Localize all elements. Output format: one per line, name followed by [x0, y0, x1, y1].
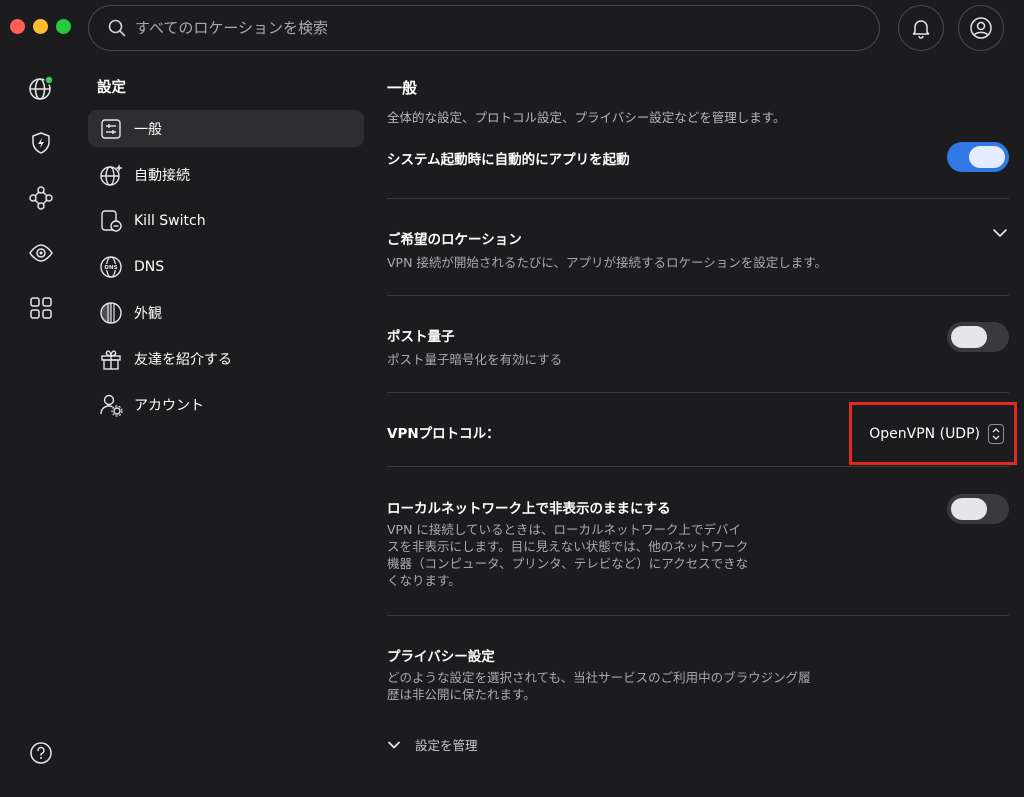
vpn-protocol-label: VPNプロトコル： — [387, 426, 500, 442]
privacy-title: プライバシー設定 — [387, 649, 495, 665]
preferred-location-title: ご希望のロケーション — [387, 232, 522, 248]
sidebar-item-label: DNS — [134, 258, 165, 275]
sidebar-item-account[interactable]: アカウント — [88, 386, 364, 423]
privacy-section: プライバシー設定 どのような設定を選択されても、当社サービスのご利用中のブラウジ… — [387, 645, 847, 703]
post-quantum-description: ポスト量子暗号化を有効にする — [387, 352, 563, 367]
divider — [387, 198, 1009, 199]
notifications-button[interactable] — [898, 5, 944, 51]
sidebar-item-label: 自動接続 — [134, 167, 190, 184]
page-description: 全体的な設定、プロトコル設定、プライバシー設定などを管理します。 — [387, 110, 786, 125]
toggle-knob — [951, 326, 987, 348]
kill-switch-icon — [99, 209, 123, 233]
post-quantum-toggle[interactable] — [947, 322, 1009, 352]
close-window-button[interactable] — [10, 19, 25, 34]
sidebar-item-label: Kill Switch — [134, 212, 206, 229]
divider — [387, 392, 1009, 393]
network-nodes-icon[interactable] — [28, 185, 54, 211]
dns-globe-icon: DNS — [99, 255, 123, 279]
launch-at-startup-label: システム起動時に自動的にアプリを起動 — [387, 152, 630, 168]
description-line: くなります。 — [387, 573, 461, 588]
preferred-location-description: VPN 接続が開始されるたびに、アプリが接続するロケーションを設定します。 — [387, 255, 828, 270]
sidebar-item-appearance[interactable]: 外観 — [88, 294, 364, 331]
globe-icon[interactable] — [28, 75, 54, 101]
sidebar-item-label: アカウント — [134, 397, 204, 414]
description-line: どのような設定を選択されても、当社サービスのご利用中のブラウジング履 — [387, 670, 811, 685]
sidebar-item-refer-friend[interactable]: 友達を紹介する — [88, 340, 364, 377]
appearance-icon — [99, 301, 123, 325]
minimize-window-button[interactable] — [33, 19, 48, 34]
maximize-window-button[interactable] — [56, 19, 71, 34]
shield-bolt-icon[interactable] — [28, 130, 54, 156]
divider — [387, 295, 1009, 296]
search-icon — [107, 18, 127, 38]
privacy-description: どのような設定を選択されても、当社サービスのご利用中のブラウジング履 歴は非公開… — [387, 669, 847, 703]
invisible-lan-title: ローカルネットワーク上で非表示のままにする — [387, 501, 671, 517]
sidebar-item-auto-connect[interactable]: 自動接続 — [88, 156, 364, 193]
divider — [387, 615, 1009, 616]
launch-at-startup-toggle[interactable] — [947, 142, 1009, 172]
sidebar-item-general[interactable]: 一般 — [88, 110, 364, 147]
account-gear-icon — [99, 393, 123, 417]
user-circle-icon — [969, 16, 993, 40]
post-quantum-section: ポスト量子 ポスト量子暗号化を有効にする — [387, 325, 562, 368]
search-input[interactable] — [135, 19, 835, 37]
help-icon[interactable] — [29, 741, 53, 765]
sidebar-item-label: 外観 — [134, 305, 162, 322]
sidebar-item-kill-switch[interactable]: Kill Switch — [88, 202, 364, 239]
toggle-knob — [951, 498, 987, 520]
apps-grid-icon[interactable] — [28, 295, 54, 321]
eye-target-icon[interactable] — [28, 240, 54, 266]
sliders-icon — [99, 117, 123, 141]
globe-sparkle-icon — [99, 163, 123, 187]
chevron-down-icon — [387, 738, 401, 752]
account-button[interactable] — [958, 5, 1004, 51]
svg-text:DNS: DNS — [104, 265, 117, 271]
search-bar[interactable] — [88, 5, 880, 51]
window-controls — [10, 19, 71, 34]
description-line: VPN に接続しているときは、ローカルネットワーク上でデバイ — [387, 522, 742, 537]
sidebar-item-dns[interactable]: DNS DNS — [88, 248, 364, 285]
preferred-location-section[interactable]: ご希望のロケーション VPN 接続が開始されるたびに、アプリが接続するロケーショ… — [387, 228, 947, 271]
description-line: スを非表示にします。目に見えない状態では、他のネットワーク — [387, 539, 749, 554]
icon-rail — [0, 60, 82, 797]
settings-title: 設定 — [97, 80, 126, 96]
invisible-lan-section: ローカルネットワーク上で非表示のままにする VPN に接続しているときは、ローカ… — [387, 497, 807, 589]
description-line: 歴は非公開に保たれます。 — [387, 687, 536, 702]
manage-settings-toggle[interactable]: 設定を管理 — [387, 735, 478, 754]
vpn-protocol-highlight: OpenVPN (UDP) — [849, 402, 1017, 465]
sidebar-item-label: 友達を紹介する — [134, 351, 232, 368]
sidebar-item-label: 一般 — [134, 121, 162, 138]
vpn-protocol-select[interactable]: OpenVPN (UDP) — [869, 426, 980, 442]
page-title: 一般 — [387, 79, 418, 97]
toggle-knob — [969, 146, 1005, 168]
updown-stepper-icon[interactable] — [988, 423, 1004, 444]
invisible-lan-description: VPN に接続しているときは、ローカルネットワーク上でデバイ スを非表示にします… — [387, 521, 807, 589]
settings-nav: 一般 自動接続 Kill Switch DNS DNS 外観 友達を紹介する ア… — [88, 110, 364, 432]
chevron-down-icon[interactable] — [991, 224, 1009, 242]
gift-icon — [99, 347, 123, 371]
invisible-lan-toggle[interactable] — [947, 494, 1009, 524]
manage-settings-label: 設定を管理 — [415, 738, 478, 753]
divider — [387, 466, 1009, 467]
description-line: 機器（コンピュータ、プリンタ、テレビなど）にアクセスできな — [387, 556, 749, 571]
bell-icon — [910, 17, 932, 39]
post-quantum-title: ポスト量子 — [387, 329, 455, 345]
